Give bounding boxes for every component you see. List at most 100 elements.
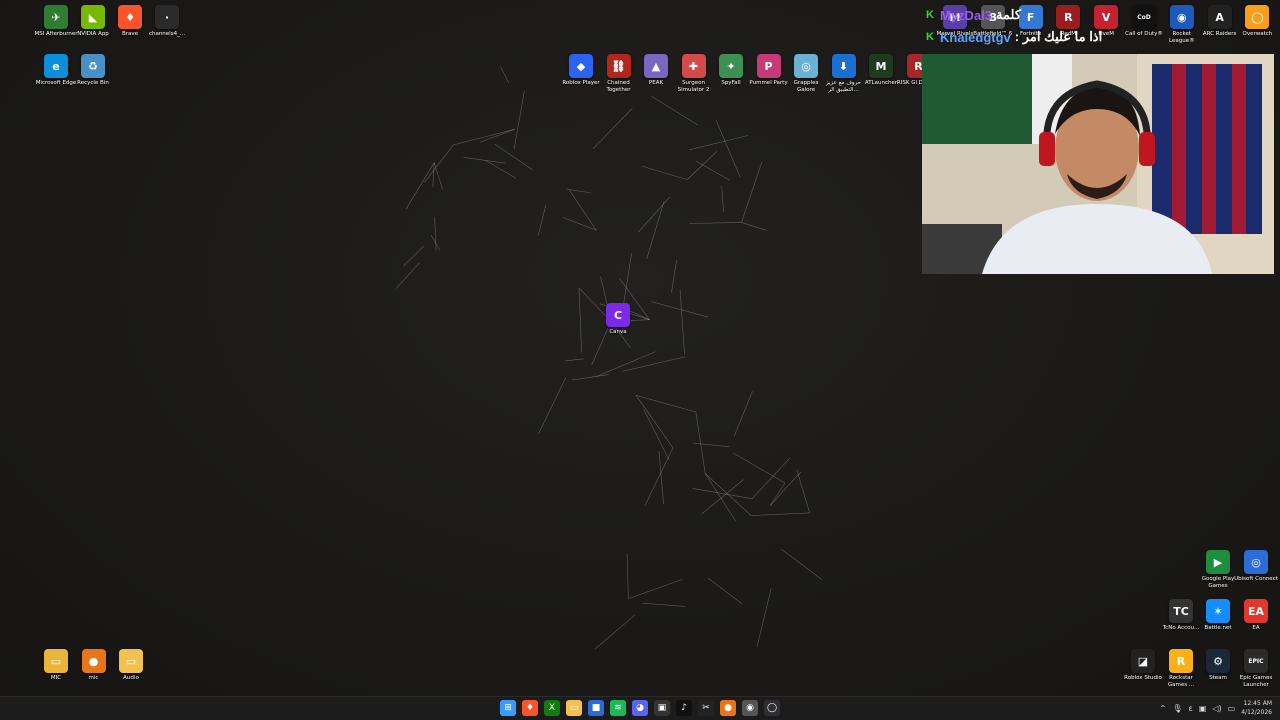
desktop-icon[interactable]: P Pummel Party [749,54,789,87]
desktop-icon[interactable]: ▲ PEAK [636,54,676,87]
system-tray: ⌃ 🎙 ε ▣ ◁) ▭ 12:45 AM 4/12/2026 [1160,699,1272,717]
app-icon: ◎ [1244,550,1268,574]
taskbar-spotify-icon[interactable]: ≋ [610,700,626,716]
desktop-icon[interactable]: ♻ Recycle Bin [73,54,113,87]
desktop-icon[interactable]: ⚙ Steam [1198,649,1238,682]
app-icon: ✚ [681,54,706,78]
chat-text: : اذا ما عليك امر [1014,29,1103,44]
app-icon: ▶ [1206,550,1230,574]
desktop-icon[interactable]: e Microsoft Edge [36,54,76,87]
network-icon[interactable]: ▣ [1199,704,1207,713]
app-icon: ◆ [569,54,593,78]
microphone-icon[interactable]: 🎙 [1172,704,1182,713]
taskbar-store-icon[interactable]: ■ [588,700,604,716]
desktop-icon[interactable]: ▶ Google Play Games [1198,550,1238,590]
clock[interactable]: 12:45 AM 4/12/2026 [1241,699,1272,717]
chat-message: K Khaledgtgv : اذا ما عليك امر [926,26,1126,48]
language-indicator-icon[interactable]: ε [1189,704,1193,713]
app-icon: ◎ [794,54,818,78]
desktop-icon-label: Overwatch [1242,31,1273,37]
app-icon: EA [1244,599,1268,623]
desktop-icon[interactable]: ✶ Battle.net [1198,599,1238,632]
taskbar-xbox-icon[interactable]: X [544,700,560,716]
webcam-overlay [922,54,1274,274]
desktop-icon[interactable]: A ARC Raiders [1200,5,1240,38]
app-icon: A [1207,5,1232,29]
desktop-icon[interactable]: ◪ Roblox Studio [1123,649,1163,682]
taskbar-tiktok-icon[interactable]: ♪ [676,700,692,716]
desktop-icon[interactable]: CoD Call of Duty® [1124,5,1164,38]
app-icon: ♻ [81,54,105,78]
app-icon: ▲ [644,54,668,78]
app-icon: · [155,5,179,29]
desktop-icon-label: EA [1252,625,1260,631]
desktop-icon[interactable]: ✦ SpyFall [711,54,751,87]
desktop-icon[interactable]: ▭ MIC [36,649,76,682]
desktop-icon[interactable]: M ATLauncher [861,54,901,87]
stream-chat-overlay: K MyzDal3 كلمة K Khaledgtgv : اذا ما علي… [926,4,1126,48]
desktop-icon[interactable]: ◣ NVIDIA App [73,5,113,38]
app-icon: ◯ [1245,5,1270,29]
desktop: ✈ MSI Afterburner ◣ NVIDIA App ♦ Brave · channe… [0,0,1280,697]
app-icon: ◪ [1131,649,1155,673]
volume-icon[interactable]: ◁) [1212,704,1221,713]
taskbar-apps: ⊞ ♦ X ▭ ■ ≋ ◕ ▣ ♪ ✂ ● ◉ ◯ [500,700,780,716]
app-icon: M [869,54,893,78]
app-icon: R [1169,649,1193,673]
chat-username: MyzDal3 [940,7,993,23]
desktop-icon[interactable]: R Rockstar Games ... [1161,649,1201,689]
desktop-icon[interactable]: ✚ Surgeon Simulator 2 [674,54,714,94]
desktop-icon-label: Audio [123,675,139,681]
chevron-up-icon[interactable]: ⌃ [1160,704,1167,713]
app-icon: EPIC [1244,649,1268,673]
taskbar-explorer-icon[interactable]: ▭ [566,700,582,716]
app-icon: ⬇ [831,54,856,78]
taskbar-discord-icon[interactable]: ◕ [632,700,648,716]
taskbar-capcut2-icon[interactable]: ✂ [698,700,714,716]
app-icon: ✶ [1206,599,1230,623]
app-icon: CoD [1132,5,1156,29]
desktop-icon[interactable]: ◆ Roblox Player [561,54,601,87]
taskbar-chrome-icon[interactable]: ◉ [742,700,758,716]
taskbar-start-icon[interactable]: ⊞ [500,700,516,716]
app-icon: ▭ [44,649,68,673]
app-icon: ⛓ [606,54,631,78]
chat-username: Khaledgtgv [940,29,1011,45]
desktop-icon[interactable]: ◎ Grapples Galore [786,54,826,94]
desktop-icon-label: Epic Games Launcher [1239,675,1273,688]
app-icon: ◣ [81,5,105,29]
app-icon: ● [81,649,106,673]
clock-time: 12:45 AM [1243,700,1272,707]
desktop-icon[interactable]: ✈ MSI Afterburner [34,5,78,38]
desktop-icon[interactable]: · channels4_... [147,5,187,38]
desktop-icon-label: channels4_... [148,31,186,37]
taskbar: ⊞ ♦ X ▭ ■ ≋ ◕ ▣ ♪ ✂ ● ◉ ◯ ⌃ 🎙 ε ▣ ◁) ▭ 12:45 AM 4/12… [0,696,1280,720]
app-icon: ♦ [118,5,142,29]
desktop-icon[interactable]: EPIC Epic Games Launcher [1236,649,1276,689]
desktop-icon[interactable]: ◎ Ubisoft Connect [1234,550,1278,583]
taskbar-obs-icon[interactable]: ◯ [764,700,780,716]
desktop-icon[interactable]: C Canva [598,303,638,336]
taskbar-fl-studio-icon[interactable]: ● [720,700,736,716]
desktop-icon[interactable]: TC TcNo Accou... [1161,599,1201,632]
desktop-icon[interactable]: ◉ Rocket League® [1162,5,1202,45]
taskbar-capcut-icon[interactable]: ▣ [654,700,670,716]
app-icon: TC [1169,599,1193,623]
desktop-icon[interactable]: ⬇ حروف مع عزيز التطبيق الر... [824,54,864,94]
desktop-icon[interactable]: ♦ Brave [110,5,150,38]
chat-message: K MyzDal3 كلمة [926,4,1126,26]
desktop-icon-label: Canva [609,329,627,335]
desktop-icon[interactable]: ◯ Overwatch [1237,5,1277,38]
desktop-icon[interactable]: ● mic [74,649,114,682]
battery-icon[interactable]: ▭ [1228,704,1236,713]
kick-badge-icon: K [926,9,934,21]
desktop-icon[interactable]: ▭ Audio [111,649,151,682]
desktop-icon[interactable]: ⛓ Chained Together [599,54,639,94]
app-icon: ✦ [719,54,743,78]
app-icon: ◉ [1169,5,1194,29]
app-icon: ✈ [44,5,68,29]
app-icon: C [606,303,630,327]
desktop-icon[interactable]: EA EA [1236,599,1276,632]
desktop-icon-label: Ubisoft Connect [1234,576,1278,582]
taskbar-brave-icon[interactable]: ♦ [522,700,538,716]
